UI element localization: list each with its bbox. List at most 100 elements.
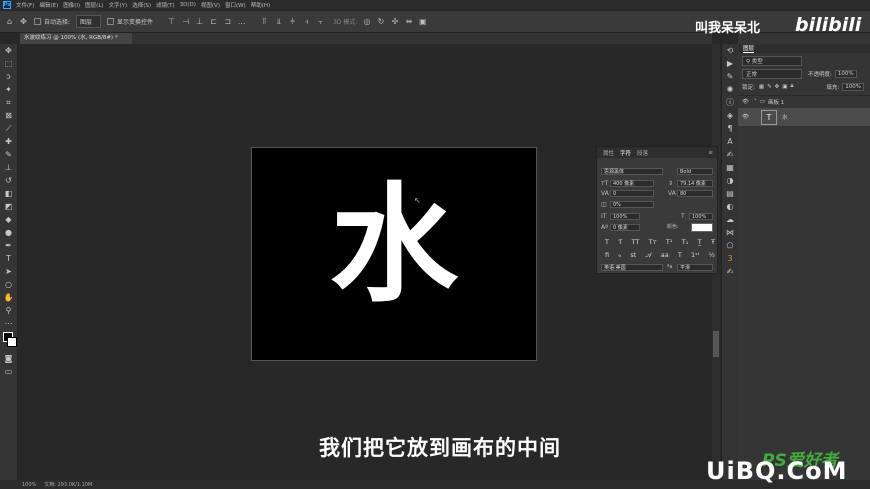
swash-icon[interactable]: 𝒜 <box>645 251 651 260</box>
vertical-scroll-thumb[interactable] <box>713 331 719 357</box>
visibility-eye-icon[interactable]: 👁︎ <box>742 99 749 105</box>
distribute-right-icon[interactable]: ⫟ <box>316 17 325 26</box>
hand-tool-icon[interactable]: ✋ <box>0 291 17 304</box>
roll-icon[interactable]: ↻ <box>376 17 385 26</box>
gradient-tool-icon[interactable]: ◩ <box>0 200 17 213</box>
subscript-icon[interactable]: T₁ <box>682 238 689 247</box>
glyphs-icon[interactable]: ✍ <box>722 148 738 161</box>
font-family-select[interactable]: 思源黑体 <box>601 168 663 175</box>
distribute-left-icon[interactable]: ⫞ <box>302 17 311 26</box>
menu-window[interactable]: 窗口(W) <box>225 1 246 9</box>
menu-view[interactable]: 视图(V) <box>201 1 220 9</box>
swatches-icon[interactable]: ▦ <box>722 161 738 174</box>
crop-tool-icon[interactable]: ⌗ <box>0 96 17 109</box>
discretionary-ligature-icon[interactable]: st <box>630 251 636 260</box>
play-actions-icon[interactable]: ▶ <box>722 57 738 70</box>
marquee-tool-icon[interactable]: ⬚ <box>0 57 17 70</box>
adjustments-icon[interactable]: ◑ <box>722 174 738 187</box>
paragraph-icon[interactable]: ¶ <box>722 122 738 135</box>
contextual-alternates-icon[interactable]: ℴ <box>618 251 621 260</box>
layer-filter-select[interactable]: ⚲ 类型 <box>742 55 802 66</box>
font-style-select[interactable]: Bold <box>677 168 713 175</box>
kerning-field[interactable]: 0 <box>610 190 654 197</box>
titling-icon[interactable]: T <box>678 251 682 260</box>
menu-edit[interactable]: 编辑(E) <box>39 1 58 9</box>
history-icon[interactable]: ⟲ <box>722 44 738 57</box>
frame-tool-icon[interactable]: ⊠ <box>0 109 17 122</box>
auto-select-dropdown[interactable]: 图层 <box>76 15 102 28</box>
distribute-bottom-icon[interactable]: ⫩ <box>288 17 297 26</box>
brush-settings-icon[interactable]: ✺ <box>722 83 738 96</box>
document-tab[interactable]: 水波纹练习 @ 100% (水, RGB/8#) * <box>20 33 132 44</box>
tab-layers[interactable]: 图层 <box>743 44 755 53</box>
info-icon[interactable]: ⓘ <box>722 96 738 109</box>
show-transform-checkbox[interactable]: 显示变换控件 <box>107 17 153 26</box>
align-left-icon[interactable]: ⊏ <box>209 17 218 26</box>
faux-italic-icon[interactable]: Ƭ <box>618 238 622 247</box>
menu-file[interactable]: 文件(F) <box>16 1 34 9</box>
more-icon[interactable]: … <box>237 17 246 26</box>
pan-icon[interactable]: ✣ <box>390 17 399 26</box>
distribute-top-icon[interactable]: ⫪ <box>260 17 269 26</box>
underline-icon[interactable]: T̲ <box>698 238 702 247</box>
document-size[interactable]: 文档: 293.0K/1.10M <box>44 481 92 488</box>
menu-image[interactable]: 图像(I) <box>63 1 80 9</box>
tab-paragraph[interactable]: 段落 <box>637 149 648 157</box>
fill-field[interactable]: 100% <box>842 82 864 91</box>
menu-layer[interactable]: 图层(L) <box>85 1 103 9</box>
fractions-icon[interactable]: ½ <box>709 251 715 260</box>
lock-artboard-icon[interactable]: ▣ <box>782 84 787 90</box>
pen-tool-icon[interactable]: ✒ <box>0 239 17 252</box>
character-icon[interactable]: A <box>722 135 738 148</box>
auto-select-checkbox[interactable]: 自动选择: <box>34 17 70 26</box>
type-tool-icon[interactable]: T <box>0 252 17 265</box>
photoshop-logo[interactable]: Ps <box>3 1 11 9</box>
move-tool-icon[interactable]: ✥ <box>0 44 17 57</box>
visibility-eye-icon[interactable]: 👁︎ <box>742 114 749 120</box>
align-center-icon[interactable]: ⊐ <box>223 17 232 26</box>
menu-filter[interactable]: 滤镜(T) <box>156 1 175 9</box>
paint-icon[interactable]: ✎ <box>722 70 738 83</box>
zoom-level[interactable]: 100% <box>22 482 36 488</box>
baseline-shift-field[interactable]: 0 像素 <box>610 224 640 231</box>
panel-menu-icon[interactable]: ≡ <box>708 150 713 156</box>
healing-brush-tool-icon[interactable]: ✚ <box>0 135 17 148</box>
vertical-scale-field[interactable]: 100% <box>610 213 640 220</box>
faux-bold-icon[interactable]: T <box>605 238 609 247</box>
magic-wand-tool-icon[interactable]: ✦ <box>0 83 17 96</box>
orbit-icon[interactable]: ◎ <box>362 17 371 26</box>
distribute-middle-icon[interactable]: ⫫ <box>274 17 283 26</box>
scale-icon[interactable]: ▣ <box>418 17 427 26</box>
more-tools-icon[interactable]: ⋯ <box>0 317 17 330</box>
blend-mode-select[interactable]: 正常 <box>742 68 802 79</box>
slide-icon[interactable]: ⇹ <box>404 17 413 26</box>
dodge-tool-icon[interactable]: ● <box>0 226 17 239</box>
eraser-tool-icon[interactable]: ◧ <box>0 187 17 200</box>
lock-pixels-icon[interactable]: ▦ <box>759 84 764 90</box>
opacity-field[interactable]: 100% <box>834 69 857 78</box>
menu-type[interactable]: 文字(Y) <box>109 1 128 9</box>
brush-tool-icon[interactable]: ✎ <box>0 148 17 161</box>
tab-character[interactable]: 字符 <box>620 149 631 157</box>
layer-group-row[interactable]: 👁︎ ˅ ▭ 画板 1 <box>738 95 870 108</box>
channels-icon[interactable]: ⋈ <box>722 226 738 239</box>
styles-icon[interactable]: ◐ <box>722 200 738 213</box>
menu-select[interactable]: 选择(S) <box>132 1 151 9</box>
blur-tool-icon[interactable]: ◆ <box>0 213 17 226</box>
menu-help[interactable]: 帮助(H) <box>251 1 270 9</box>
anti-alias-select[interactable]: 平滑 <box>677 264 713 271</box>
lock-paint-icon[interactable]: ✎ <box>767 84 772 90</box>
cloud-icon[interactable]: ☁ <box>722 213 738 226</box>
font-size-field[interactable]: 400 像素 <box>610 180 654 187</box>
eyedropper-tool-icon[interactable]: ⟋ <box>0 122 17 135</box>
layer-row-selected[interactable]: 👁︎ T 水 <box>738 108 870 126</box>
background-color[interactable] <box>7 337 17 347</box>
align-top-icon[interactable]: ⊤ <box>167 17 176 26</box>
language-select[interactable]: 英语:美国 <box>601 264 663 271</box>
3d-icon[interactable]: 3 <box>722 252 738 265</box>
history-brush-tool-icon[interactable]: ↺ <box>0 174 17 187</box>
text-color-swatch[interactable] <box>691 223 713 232</box>
move-tool-icon[interactable]: ✥ <box>19 17 28 26</box>
horizontal-scale-field[interactable]: 100% <box>689 213 713 220</box>
lock-all-icon[interactable]: 🔒︎ <box>790 83 793 90</box>
